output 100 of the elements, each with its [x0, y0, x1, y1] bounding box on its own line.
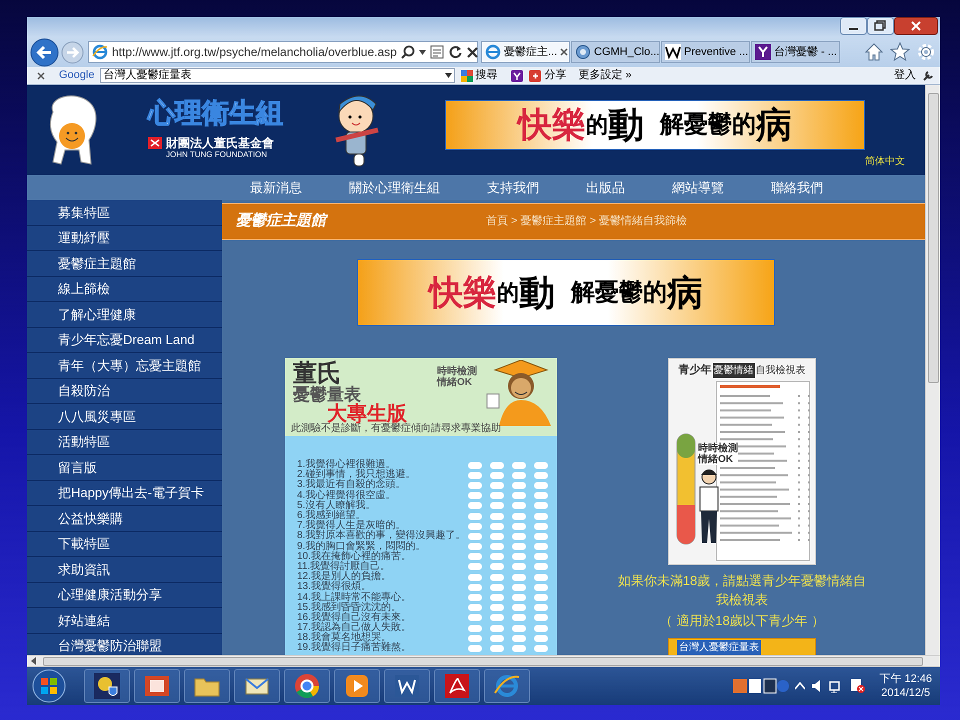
sidebar-item[interactable]: 線上篩檢 — [27, 276, 222, 302]
question-text: 15.我感到昏昏沈沈的。 — [296, 602, 402, 613]
foundation-logo-icon — [148, 137, 162, 149]
back-icon[interactable] — [30, 38, 59, 66]
question-text: 9.我的胸口會緊緊，悶悶的。 — [296, 542, 426, 552]
ie-icon — [485, 44, 501, 60]
close-icon[interactable] — [37, 72, 45, 80]
browser-tab[interactable]: 台灣憂鬱 - ... — [751, 41, 840, 63]
clock[interactable]: 下午 12:46 2014/12/5 — [879, 672, 932, 700]
start-icon[interactable] — [32, 669, 66, 703]
scrollbar-thumb[interactable] — [43, 656, 923, 666]
language-link[interactable]: 简体中文 — [865, 157, 905, 167]
refresh-icon[interactable] — [448, 45, 462, 59]
campaign-banner[interactable]: 快樂的動 解憂鬱的病 — [445, 100, 865, 150]
plus-icon[interactable] — [529, 70, 542, 82]
sidebar-item[interactable]: 下載特區 — [27, 532, 222, 557]
nav-link[interactable]: 支持我們 — [487, 178, 539, 198]
close-icon[interactable] — [560, 48, 568, 56]
nav-link[interactable]: 出版品 — [586, 178, 625, 198]
vertical-scrollbar[interactable] — [925, 85, 940, 655]
question-text: 13.我覺得很煩。 — [296, 582, 371, 592]
share-button[interactable]: 分享 — [544, 67, 566, 84]
browser-tab[interactable]: 憂鬱症主... — [481, 41, 570, 63]
disclaimer-text: 此測驗不是診斷，有憂鬱症傾向請尋求專業協助 — [291, 423, 501, 434]
question-text: 14.我上課時常不能專心。 — [296, 592, 412, 603]
dropdown-caret-icon[interactable] — [445, 73, 452, 78]
sign-in-button[interactable]: 登入 — [894, 67, 916, 84]
section-title: 憂鬱症主題館 — [236, 210, 326, 233]
sidebar-item[interactable]: 青年（大專）忘憂主題館 — [27, 353, 222, 378]
scale-banner[interactable]: 台灣人憂鬱症量表 — [668, 638, 816, 655]
dropdown-caret-icon[interactable] — [418, 50, 426, 54]
nav-link[interactable]: 聯絡我們 — [771, 178, 823, 198]
nav-link[interactable]: 網站導覽 — [672, 178, 724, 198]
sidebar-item[interactable]: 留言版 — [27, 455, 222, 480]
sidebar-item[interactable]: 了解心理健康 — [27, 302, 222, 328]
sidebar-item[interactable]: 運動紓壓 — [27, 226, 222, 251]
y-letter-icon[interactable] — [511, 70, 524, 82]
sidebar-item[interactable]: 心理健康活動分享 — [27, 582, 222, 608]
question-text: 19.我覺得日子痛苦難熬。 — [296, 643, 412, 654]
browser-tab[interactable]: Preventive ... — [661, 41, 750, 63]
question-text: 11.我覺得討厭自己。 — [296, 562, 392, 572]
sidebar-item[interactable]: 把Happy傳出去-電子賀卡 — [27, 480, 222, 506]
questionnaire-subtitle: 憂鬱量表 — [293, 386, 361, 404]
sidebar-item[interactable]: 好站連結 — [27, 608, 222, 634]
url-text: http://www.jtf.org.tw/psyche/melancholia/overblue.asp — [112, 44, 397, 61]
question-text: 5.沒有人瞭解我。 — [296, 500, 376, 511]
tray-icons-drawing[interactable] — [733, 678, 790, 694]
shield-icon[interactable] — [94, 673, 120, 699]
address-bar[interactable]: http://www.jtf.org.tw/psyche/melancholia/overblue.asp — [88, 41, 478, 63]
nav-link[interactable]: 關於心理衛生組 — [349, 178, 440, 198]
minimize-icon[interactable] — [840, 17, 867, 35]
question-text: 4.我心裡覺得很空虛。 — [296, 490, 396, 501]
organization-name: 財團法人董氏基金會 — [166, 137, 274, 149]
browser-tab[interactable]: CGMH_Clo... — [571, 41, 660, 63]
search-icon[interactable] — [400, 45, 415, 59]
scrollbar-thumb[interactable] — [928, 93, 939, 383]
toolbar-search-field[interactable]: 台灣人憂鬱症量表 — [100, 68, 456, 83]
form-tag: 憂鬱情緒 — [712, 362, 754, 378]
question-text: 16.我覺得自己沒有未來。 — [296, 612, 412, 623]
flag-alert-icon[interactable] — [851, 679, 866, 693]
question-text: 10.我在掩飾心裡的痛苦。 — [296, 552, 412, 562]
horizontal-scrollbar[interactable] — [27, 655, 940, 667]
compatibility-icon[interactable] — [430, 45, 444, 59]
slogan-text: 情緒OK — [437, 377, 473, 388]
restore-icon[interactable] — [867, 17, 894, 35]
show-hidden-icon[interactable] — [795, 682, 806, 690]
stop-icon[interactable] — [466, 46, 479, 58]
age-note: （ 適用於18歲以下青少年 ） — [660, 612, 824, 630]
wrench-icon[interactable] — [922, 70, 934, 82]
sidebar-item[interactable]: 公益快樂購 — [27, 506, 222, 532]
play-icon[interactable] — [344, 673, 370, 699]
home-icon[interactable] — [864, 42, 884, 62]
question-text: 8.我對原本喜歡的事，變得沒興趣了。 — [296, 531, 460, 542]
questionnaire-title: 董氏 — [293, 362, 341, 386]
star-icon[interactable] — [890, 42, 910, 62]
globe-icon — [575, 44, 591, 60]
close-icon[interactable] — [894, 17, 938, 35]
more-settings-button[interactable]: 更多設定 » — [578, 67, 632, 84]
pdf-icon[interactable] — [444, 673, 470, 699]
sidebar-item[interactable]: 憂鬱症主題館 — [27, 251, 222, 276]
sidebar-item[interactable]: 八八風災專區 — [27, 404, 222, 430]
slogan-text: 情緒OK — [698, 454, 734, 464]
sidebar-item[interactable]: 青少年忘憂Dream Land — [27, 328, 222, 353]
chrome-icon[interactable] — [294, 673, 320, 699]
presentation-icon[interactable] — [144, 673, 170, 699]
sidebar-item[interactable]: 活動特區 — [27, 430, 222, 455]
sidebar-item[interactable]: 求助資訊 — [27, 557, 222, 582]
form-preview[interactable]: 青少年 憂鬱情緒 自我檢視表 時時檢測 情緒OK — [668, 358, 816, 565]
search-button[interactable]: 搜尋 — [475, 67, 498, 84]
settings-icon[interactable] — [916, 42, 936, 62]
sidebar-item[interactable]: 自殺防治 — [27, 378, 222, 404]
campaign-banner[interactable]: 快樂的動 解憂鬱的病 — [357, 259, 775, 326]
ie-icon[interactable] — [494, 673, 520, 699]
site-title: 心理衛生組 — [148, 97, 284, 129]
form-caption[interactable]: 如果你未滿18歲，請點選青少年憂鬱情緒自我檢視表 — [615, 571, 869, 609]
clock-time: 下午 12:46 — [879, 672, 932, 686]
forward-icon[interactable] — [61, 40, 84, 64]
slogan-text: 時時檢測 — [437, 366, 477, 377]
nav-link[interactable]: 最新消息 — [250, 178, 302, 198]
clock-date: 2014/12/5 — [881, 686, 930, 700]
